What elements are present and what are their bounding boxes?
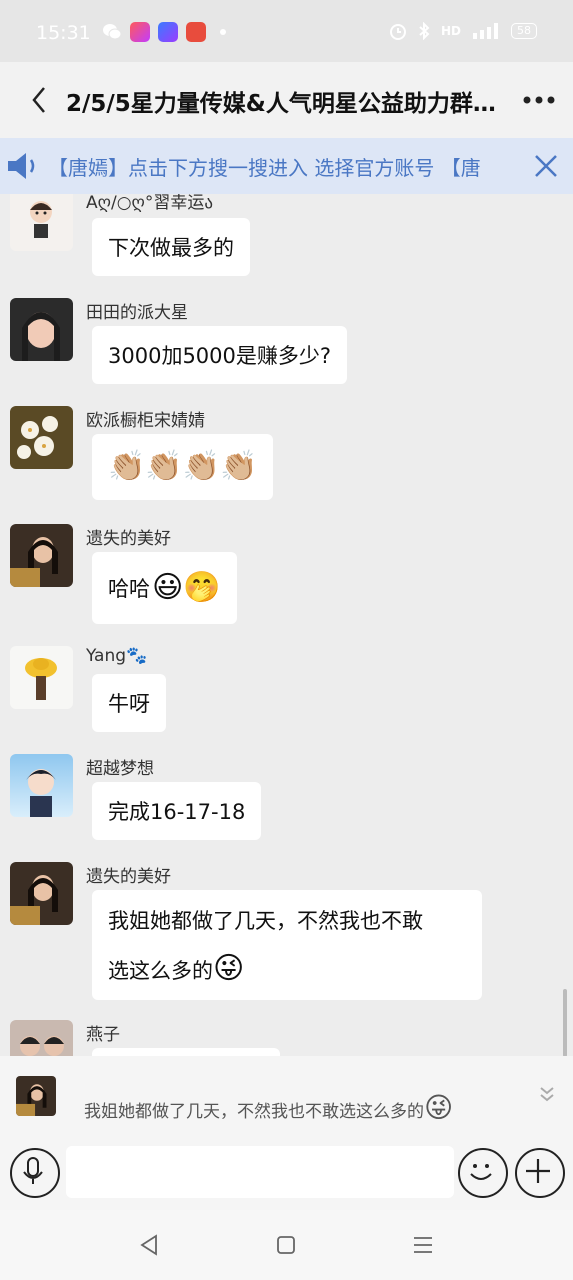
status-time: 15:31 [36,22,91,44]
sender-name: 遗失的美好 [86,529,171,549]
message-text: 哈哈 [108,577,150,601]
nav-home-icon[interactable] [275,1234,297,1256]
smile-emoji: 😃🤭 [152,570,221,605]
battery-icon: 58 [511,23,537,39]
avatar[interactable] [10,194,73,251]
sender-name: Aღ/○ღ°習幸运ა [86,194,214,213]
emoji-button[interactable] [458,1148,508,1198]
input-bar [0,1138,573,1210]
scrollbar[interactable] [563,989,567,1056]
wechat-icon [103,24,122,40]
message-bubble[interactable]: 👏🏼👏🏼👏🏼👏🏼 [92,434,274,500]
sender-name: Yang🐾 [86,646,148,666]
sender-name: 田田的派大星 [86,303,188,323]
announcement-text: 【唐嫣】点击下方搜一搜进入 选择官方账号 【唐 [48,156,481,180]
alarm-icon [389,24,406,40]
message-text: 下次做最多的 [108,236,234,260]
message-list[interactable]: Aღ/○ღ°習幸运ა 下次做最多的 田田的派大星 3000加5000是赚多少? … [0,194,573,1056]
avatar[interactable] [10,406,73,469]
plus-button[interactable] [515,1148,565,1198]
microphone-icon [23,1157,43,1184]
double-chevron-down-icon[interactable] [537,1084,557,1104]
message-text: 3000加5000是赚多少? [108,344,332,368]
chat-header: 2/5/5星力量传媒&人气明星公益助力群… [0,62,573,138]
avatar[interactable] [10,646,73,709]
message-text: 牛呀 [108,692,150,716]
notification-dot [220,29,226,35]
message-text-line: 选这么多的😜 [108,951,245,986]
avatar[interactable] [10,524,73,587]
status-bar: 15:31 HD 58 [0,0,573,62]
status-right: HD 58 [389,22,537,40]
message-bubble[interactable]: 3000加5000是赚多少? [92,326,348,384]
hd-icon: HD [440,24,461,38]
signal-icon [473,23,498,39]
app-icon-3 [186,22,206,42]
close-icon[interactable] [531,151,561,181]
message-bubble[interactable]: 我姐她都做了几天，不然我也不敢 选这么多的😜 [92,890,482,1000]
preview-text: 我姐她都做了几天，不然我也不敢选这么多的😜 [84,1091,454,1124]
avatar[interactable] [10,1020,73,1056]
chat-title: 2/5/5星力量传媒&人气明星公益助力群… [66,91,496,117]
message-input[interactable] [66,1146,454,1198]
bluetooth-icon [419,22,430,40]
chevron-left-icon[interactable] [26,84,56,116]
clapping-hands-emoji: 👏🏼👏🏼👏🏼👏🏼 [108,449,258,484]
message-text: 完成16-17-18 [108,800,246,824]
more-dots-icon[interactable] [521,88,557,112]
sender-name: 遗失的美好 [86,867,171,887]
status-app-icons [102,22,226,42]
message-bubble[interactable]: 哈哈 😃🤭 [92,552,237,624]
message-bubble[interactable]: 下次做最多的 [92,218,250,276]
voice-button[interactable] [10,1148,60,1198]
message-bubble[interactable]: 牛呀 [92,674,166,732]
sender-name: 欧派橱柜宋婧婧 [86,411,205,431]
wink-tongue-emoji: 😜 [213,951,245,986]
announcement-bar[interactable]: 【唐嫣】点击下方搜一搜进入 选择官方账号 【唐 [0,138,573,194]
app-icon-1 [130,22,150,42]
plus-icon [526,1159,550,1183]
avatar [16,1076,56,1116]
message-text-line: 我姐她都做了几天，不然我也不敢 [108,909,423,933]
avatar[interactable] [10,862,73,925]
nav-menu-icon[interactable] [412,1234,434,1256]
avatar[interactable] [10,298,73,361]
message-bubble[interactable]: 完成16-17-18 [92,782,262,840]
wink-tongue-emoji: 😜 [424,1091,454,1124]
new-message-preview[interactable]: 我姐她都做了几天，不然我也不敢选这么多的😜 [0,1056,573,1138]
sender-name: 燕子 [86,1025,120,1045]
message-bubble[interactable] [92,1048,280,1056]
system-nav-bar [0,1210,573,1280]
avatar[interactable] [10,754,73,817]
speaker-icon [8,153,35,179]
smiley-icon [470,1164,492,1180]
nav-back-icon[interactable] [138,1234,160,1256]
app-icon-2 [158,22,178,42]
sender-name: 超越梦想 [86,759,154,779]
